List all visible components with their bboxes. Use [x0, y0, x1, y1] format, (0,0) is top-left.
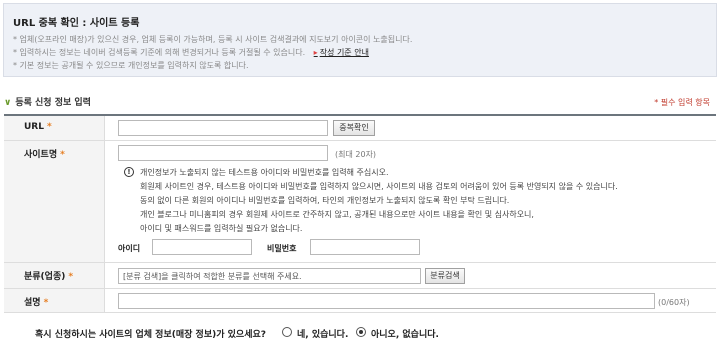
- info-line-1: * 업체(오프라인 매장)가 있으신 경우, 업체 등록이 가능하며, 등록 시…: [13, 35, 413, 44]
- page-title: URL 중복 확인 : 사이트 등록: [13, 18, 140, 29]
- radio-no[interactable]: [356, 327, 366, 337]
- test-id-label: 아이디: [118, 244, 141, 253]
- test-id-input[interactable]: [152, 239, 252, 255]
- test-password-label: 비밀번호: [267, 244, 297, 253]
- info-line-2-text: * 입력하시는 정보는 네이버 검색등록 기준에 의해 변경되거나 등록 거절될…: [13, 48, 306, 57]
- description-counter: (0/60자): [658, 298, 690, 307]
- url-label-cell: URL *: [4, 116, 105, 140]
- registration-form: URL * 중복확인 사이트명 * (최대 20자) ! 개인정보가 노출되지 않는…: [4, 114, 716, 313]
- radio-yes[interactable]: [282, 327, 292, 337]
- description-label: 설명 *: [24, 298, 49, 308]
- category-input[interactable]: [분류 검색]을 클릭하여 적합한 분류를 선택해 주세요.: [118, 268, 421, 284]
- category-search-button[interactable]: 분류검색: [425, 268, 465, 284]
- test-password-input[interactable]: [310, 239, 420, 255]
- url-input[interactable]: [118, 120, 328, 136]
- site-name-label-cell: 사이트명 *: [4, 141, 105, 262]
- section-title: ∨ 등록 신청 정보 입력: [4, 95, 91, 108]
- category-row: 분류(업종) * [분류 검색]을 클릭하여 적합한 분류를 선택해 주세요. 분…: [4, 263, 716, 289]
- site-name-limit: (최대 20자): [335, 150, 377, 159]
- section-header: ∨ 등록 신청 정보 입력 * 필수 입력 항목: [4, 95, 716, 109]
- info-line-3: * 기본 정보는 공개될 수 있으므로 개인정보를 입력하지 않도록 합니다.: [13, 61, 249, 70]
- description-label-cell: 설명 *: [4, 289, 105, 312]
- note-line-5: 아이디 및 패스워드를 입력하실 필요가 없습니다.: [140, 224, 303, 233]
- info-box: URL 중복 확인 : 사이트 등록 * 업체(오프라인 매장)가 있으신 경우…: [3, 3, 717, 77]
- note-line-2: 회원제 사이트인 경우, 테스트용 아이디와 비밀번호를 입력하지 않으시면, …: [140, 182, 618, 191]
- info-line-2: * 입력하시는 정보는 네이버 검색등록 기준에 의해 변경되거나 등록 거절될…: [13, 47, 369, 58]
- site-name-row: 사이트명 * (최대 20자) ! 개인정보가 노출되지 않는 테스트용 아이디와…: [4, 141, 716, 263]
- duplicate-check-button[interactable]: 중복확인: [333, 120, 375, 136]
- radio-yes-label[interactable]: 네, 있습니다.: [297, 327, 348, 340]
- section-title-label: 등록 신청 정보 입력: [15, 98, 91, 108]
- note-line-1: 개인정보가 노출되지 않는 테스트용 아이디와 비밀번호를 입력해 주십시오.: [140, 168, 389, 177]
- description-row: 설명 * (0/60자): [4, 289, 716, 313]
- note-line-4: 개인 블로그나 미니홈피의 경우 회원제 사이트로 간주하지 않고, 공개된 내…: [140, 210, 534, 219]
- url-row: URL * 중복확인: [4, 116, 716, 141]
- site-name-input[interactable]: [118, 145, 328, 161]
- category-label-cell: 분류(업종) *: [4, 263, 105, 288]
- url-label: URL *: [24, 122, 52, 132]
- category-label: 분류(업종) *: [24, 272, 74, 282]
- business-info-question: 혹시 신청하시는 사이트의 업체 정보(매장 정보)가 있으세요?: [35, 330, 266, 340]
- arrow-right-icon: ▸: [313, 48, 318, 57]
- note-line-3: 동의 없이 다른 회원의 아이디나 비밀번호를 입력하여, 타인의 개인정보가 …: [140, 196, 510, 205]
- site-name-label: 사이트명 *: [24, 150, 65, 160]
- radio-no-label[interactable]: 아니오, 없습니다.: [371, 327, 439, 340]
- exclamation-icon: !: [124, 167, 134, 177]
- description-input[interactable]: [118, 293, 655, 309]
- guide-link-label: 작성 기준 안내: [319, 48, 369, 57]
- guide-link[interactable]: ▸ 작성 기준 안내: [314, 48, 369, 57]
- chevron-down-icon: ∨: [4, 98, 12, 108]
- required-note: * 필수 입력 항목: [654, 98, 710, 107]
